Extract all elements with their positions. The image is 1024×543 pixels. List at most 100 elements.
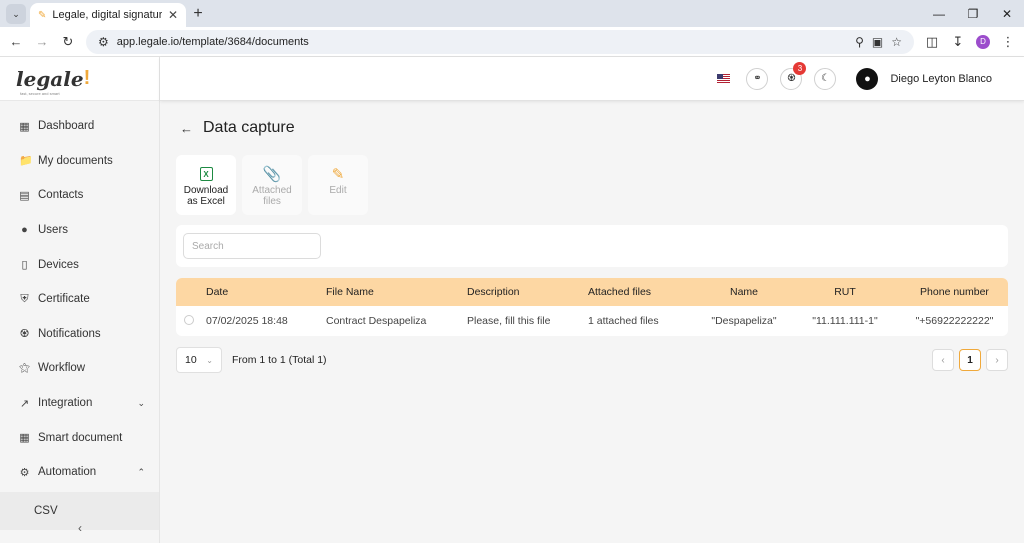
edit-button[interactable]: ✎ Edit [308, 155, 368, 215]
us-flag-icon[interactable] [717, 74, 731, 83]
excel-icon: X [199, 167, 213, 181]
select-column [176, 278, 202, 306]
column-header-rut[interactable]: RUT [789, 278, 901, 306]
page-button-current[interactable]: 1 [959, 349, 981, 371]
sidebar-item-notifications[interactable]: ♼ Notifications [0, 317, 159, 352]
close-icon[interactable]: ✕ [168, 8, 178, 22]
support-button[interactable]: ⚭ [746, 67, 769, 90]
favicon-icon: ✎ [38, 9, 47, 21]
gear-icon: ⚙ [19, 466, 30, 479]
cell-name: "Despapeliza" [711, 315, 777, 327]
page-buttons: ‹ 1 › [932, 349, 1008, 371]
column-header-name[interactable]: Name [699, 278, 789, 306]
window-controls: — ❐ ✕ [922, 0, 1024, 27]
bell-icon: ♼ [787, 73, 796, 84]
row-checkbox[interactable] [184, 314, 194, 325]
next-page-button[interactable]: › [986, 349, 1008, 371]
action-toolbar: X Download as Excel 📎 Attached files ✎ E… [176, 155, 1008, 215]
pagination: 10 ⌄ From 1 to 1 (Total 1) ‹ 1 › [176, 347, 1008, 373]
sidebar-item-my-documents[interactable]: 📁 My documents [0, 144, 159, 179]
browser-tab-bar: ⌄ ✎ Legale, digital signature ✕ + — ❐ ✕ [0, 0, 1024, 27]
bell-icon: ♼ [19, 328, 30, 341]
paperclip-icon: 📎 [262, 165, 282, 183]
sidebar-item-dashboard[interactable]: ▦ Dashboard [0, 109, 159, 144]
page-size-select[interactable]: 10 ⌄ [176, 347, 222, 373]
logo-text: legale [16, 66, 84, 91]
layout-icon: ▦ [19, 432, 30, 445]
page-title: Data capture [203, 119, 295, 136]
download-excel-button[interactable]: X Download as Excel [176, 155, 236, 215]
tab-search-button[interactable]: ⌄ [6, 4, 26, 24]
attached-files-button[interactable]: 📎 Attached files [242, 155, 302, 215]
extensions-icon[interactable]: ◫ [924, 34, 940, 50]
column-header-date[interactable]: Date [202, 278, 322, 306]
cell-attached-files[interactable]: 1 attached files [584, 306, 699, 336]
maximize-button[interactable]: ❐ [956, 0, 990, 27]
content: ← Data capture X Download as Excel 📎 Att… [160, 101, 1024, 373]
headset-icon: ⚭ [753, 73, 762, 84]
close-window-button[interactable]: ✕ [990, 0, 1024, 27]
column-header-file-name[interactable]: File Name [322, 278, 463, 306]
prev-page-button[interactable]: ‹ [932, 349, 954, 371]
url-field[interactable]: ⚙ app.legale.io/template/3684/documents … [86, 29, 914, 54]
chevron-up-icon: ⌃ [137, 466, 145, 477]
logo-mark-icon: ! [83, 67, 91, 89]
browser-tab[interactable]: ✎ Legale, digital signature ✕ [30, 3, 186, 27]
page-title-row: ← Data capture [176, 101, 1008, 155]
sidebar-item-contacts[interactable]: ▤ Contacts [0, 178, 159, 213]
search-input[interactable] [183, 233, 321, 259]
notifications-button[interactable]: ♼ 3 [780, 61, 807, 90]
user-icon: ● [21, 224, 28, 237]
back-icon[interactable]: ← [8, 34, 24, 49]
sidebar-nav: ▦ Dashboard 📁 My documents ▤ Contacts ● User… [0, 109, 159, 530]
back-arrow-icon[interactable]: ← [180, 121, 193, 136]
url-text: app.legale.io/template/3684/documents [116, 35, 309, 48]
search-card [176, 225, 1008, 267]
table-header-row: Date File Name Description Attached file… [176, 278, 1008, 306]
device-icon: ▯ [21, 259, 28, 272]
menu-icon[interactable]: ⋮ [1000, 34, 1016, 50]
sidebar-item-certificate[interactable]: ⛨ Certificate [0, 282, 159, 317]
star-icon[interactable]: ☆ [891, 35, 902, 49]
tab-title: Legale, digital signature [52, 9, 162, 21]
theme-toggle-button[interactable]: ☾ [814, 67, 837, 90]
column-header-attached-files[interactable]: Attached files [584, 278, 699, 306]
install-icon[interactable]: ▣ [872, 35, 883, 49]
logo-tagline: fast, secure and smart [20, 91, 60, 96]
sidebar-item-automation[interactable]: ⚙ Automation ⌃ [0, 455, 159, 490]
key-icon[interactable]: ⚲ [855, 35, 864, 49]
external-link-icon: ↗ [19, 397, 30, 410]
new-tab-button[interactable]: + [186, 2, 210, 26]
forward-icon[interactable]: → [34, 34, 50, 49]
pagination-range: From 1 to 1 (Total 1) [232, 354, 327, 366]
cell-phone-number: "+56922222222" [915, 315, 994, 327]
sidebar-item-integration[interactable]: ↗ Integration ⌄ [0, 386, 159, 421]
site-info-icon[interactable]: ⚙ [98, 35, 109, 49]
main-area: ⚭ ♼ 3 ☾ ● Diego Leyton Blanco ← Data capt… [160, 57, 1024, 543]
logo[interactable]: legale! fast, secure and smart [0, 57, 159, 101]
column-header-phone-number[interactable]: Phone number [901, 278, 1008, 306]
sidebar-item-smart-document[interactable]: ▦ Smart document [0, 420, 159, 455]
sidebar-item-devices[interactable]: ▯ Devices [0, 247, 159, 282]
cell-rut: "11.111.111-1" [812, 315, 878, 327]
app: legale! fast, secure and smart ▦ Dashboar… [0, 57, 1024, 543]
sidebar-item-users[interactable]: ● Users [0, 213, 159, 248]
chevron-down-icon: ⌄ [137, 397, 145, 408]
table-row[interactable]: 07/02/2025 18:48 Contract Despapeliza Pl… [176, 306, 1008, 336]
user-name[interactable]: Diego Leyton Blanco [890, 73, 992, 85]
dashboard-icon: ▦ [19, 120, 30, 133]
column-header-description[interactable]: Description [463, 278, 584, 306]
top-header: ⚭ ♼ 3 ☾ ● Diego Leyton Blanco [160, 57, 1024, 101]
address-bar: ← → ↻ ⚙ app.legale.io/template/3684/docu… [0, 27, 1024, 57]
contacts-icon: ▤ [19, 189, 30, 202]
download-icon[interactable]: ↧ [950, 34, 966, 50]
sidebar-item-workflow[interactable]: ⚝ Workflow [0, 351, 159, 386]
avatar[interactable]: ● [856, 67, 879, 90]
reload-icon[interactable]: ↻ [60, 34, 76, 50]
chevron-down-icon: ⌄ [12, 8, 20, 19]
profile-avatar[interactable]: D [976, 34, 990, 49]
pencil-icon: ✎ [331, 165, 345, 183]
collapse-sidebar-icon[interactable]: ‹ [0, 521, 160, 535]
minimize-button[interactable]: — [922, 0, 956, 27]
workflow-icon: ⚝ [19, 361, 30, 374]
